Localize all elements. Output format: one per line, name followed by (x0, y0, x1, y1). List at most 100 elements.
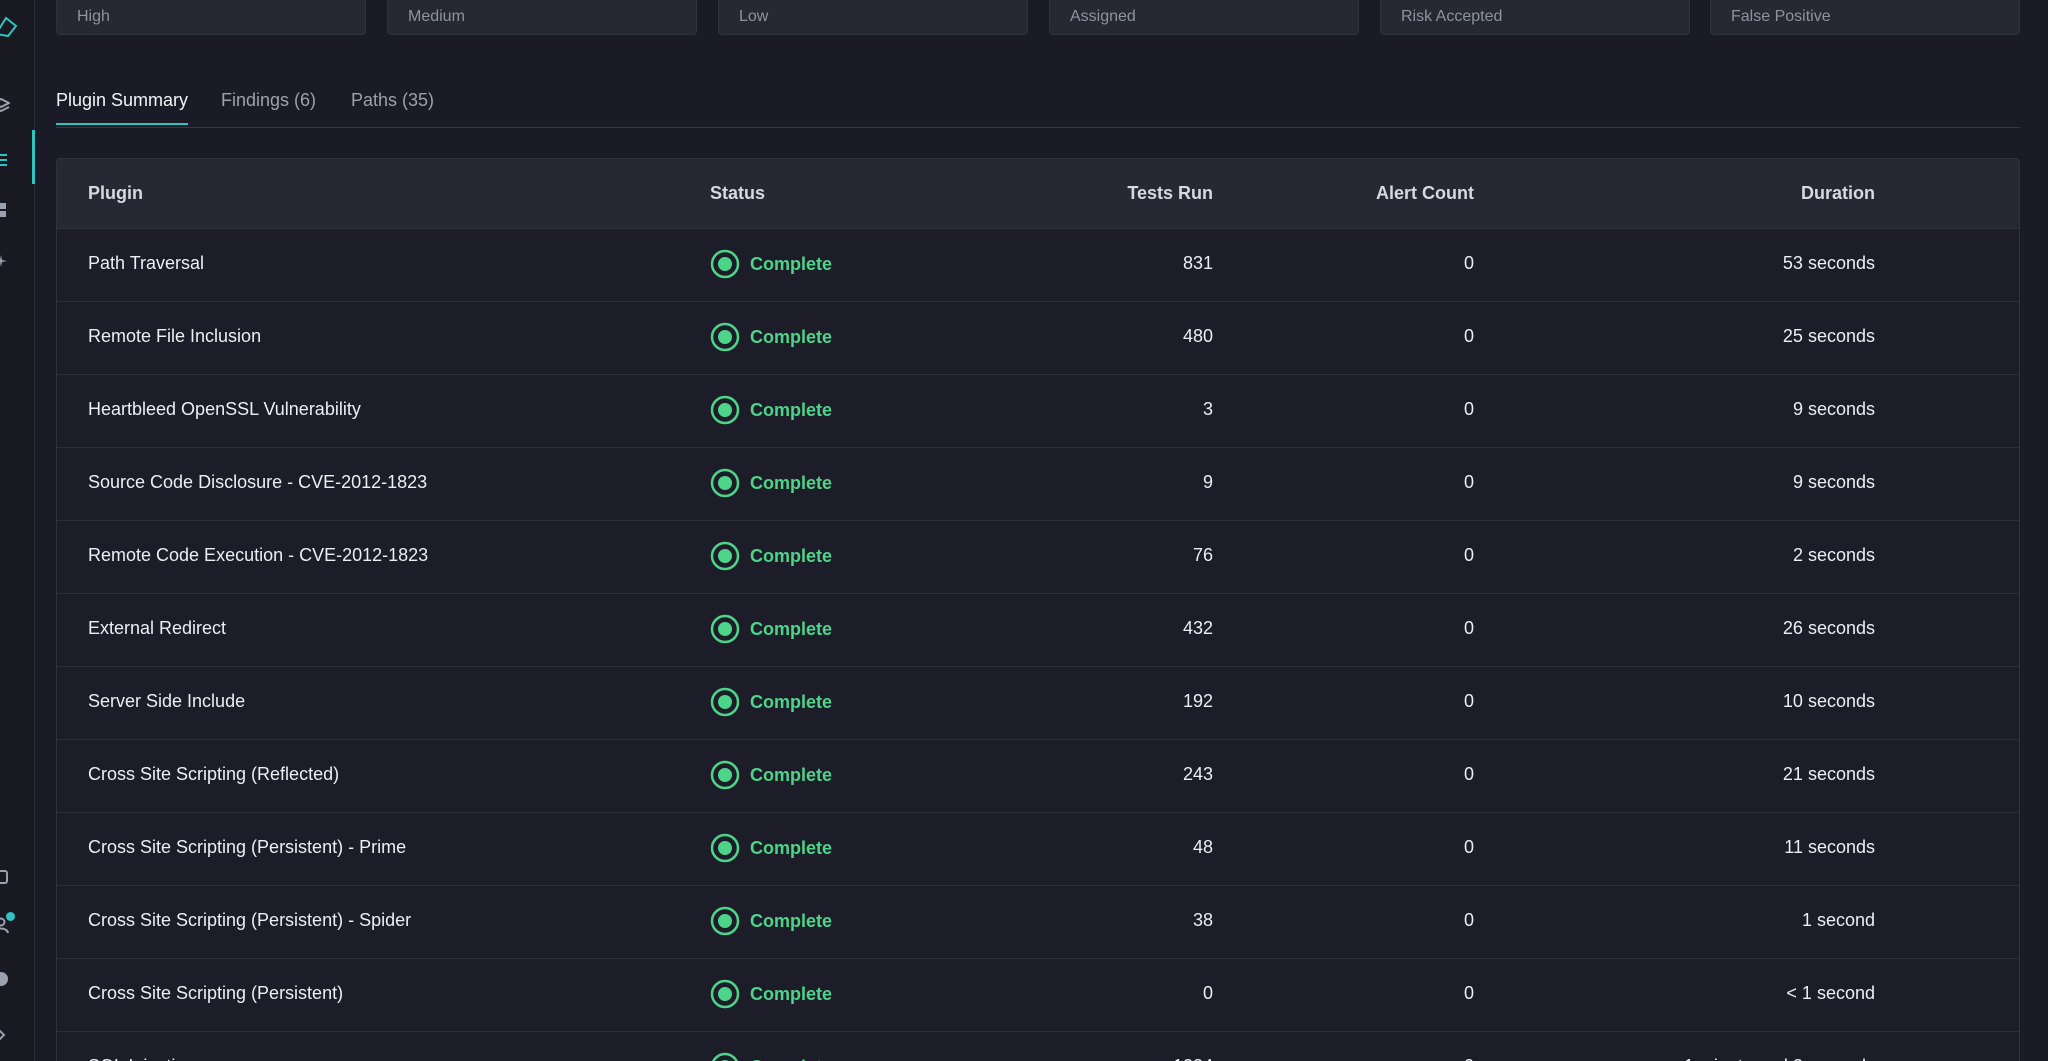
status-text: Complete (750, 764, 833, 785)
table-row[interactable]: Source Code Disclosure - CVE-2012-1823 Co… (57, 448, 2019, 521)
table-row[interactable]: Cross Site Scripting (Persistent) - Prim… (57, 813, 2019, 886)
status-text: Complete (750, 910, 833, 931)
status-cell: Complete (710, 906, 832, 936)
tests-run-value: 192 (1182, 691, 1213, 711)
column-header-plugin[interactable]: Plugin (88, 183, 143, 204)
status-text: Complete (750, 1057, 832, 1061)
check-circle-icon (710, 322, 740, 352)
alert-count-value: 0 (1463, 691, 1474, 711)
tests-run-value: 432 (1182, 618, 1213, 638)
status-cell: Complete (710, 322, 832, 352)
status-text: Complete (750, 545, 833, 566)
table-row[interactable]: SQL Injection Complete 1234 0 1 minute and 2… (57, 1032, 2019, 1061)
status-text: Complete (750, 399, 833, 420)
table-row[interactable]: Cross Site Scripting (Persistent) Complet… (57, 959, 2019, 1032)
status-cell: Complete (710, 468, 832, 498)
column-header-status[interactable]: Status (710, 183, 765, 204)
status-cell: Complete (710, 833, 832, 863)
alert-count-value: 0 (1463, 545, 1474, 565)
tests-run-value: 480 (1182, 326, 1213, 346)
status-text: Complete (750, 253, 833, 274)
plugin-name: Server Side Include (88, 691, 246, 711)
tab-bar: Plugin Summary Findings (6) Paths (35) (56, 86, 2020, 128)
table-body: Path Traversal Complete 831 0 53 seconds Remo… (57, 229, 2019, 1061)
layers-icon[interactable] (0, 97, 10, 115)
notification-dot (6, 912, 15, 921)
plugin-summary-table: Plugin Status Tests Run Alert Count Dura… (56, 158, 2020, 1061)
alert-count-value: 0 (1463, 253, 1474, 273)
table-row[interactable]: Server Side Include Complete 192 0 10 second… (57, 667, 2019, 740)
severity-filter-row: High Medium Low Assigned Risk Accepted F… (56, 0, 2020, 36)
sparkle-icon[interactable] (0, 252, 10, 270)
table-row[interactable]: Cross Site Scripting (Persistent) - Spid… (57, 886, 2019, 959)
filter-high[interactable]: High (56, 0, 366, 35)
table-row[interactable]: Remote File Inclusion Complete 480 0 25 seco… (57, 302, 2019, 375)
duration-value: 2 seconds (1792, 545, 1875, 565)
status-text: Complete (750, 326, 833, 347)
alert-count-value: 0 (1463, 910, 1474, 930)
column-header-tests-run[interactable]: Tests Run (1127, 183, 1213, 204)
status-cell: Complete (710, 541, 832, 571)
column-header-duration[interactable]: Duration (1801, 183, 1875, 204)
grid-icon[interactable] (0, 201, 10, 219)
status-cell: Complete (710, 979, 832, 1009)
active-nav-indicator (32, 130, 35, 184)
column-header-alert-count[interactable]: Alert Count (1376, 183, 1474, 204)
table-row[interactable]: Remote Code Execution - CVE-2012-1823 Com… (57, 521, 2019, 594)
square-icon[interactable] (0, 868, 10, 886)
check-circle-icon (710, 395, 740, 425)
table-header: Plugin Status Tests Run Alert Count Dura… (57, 159, 2019, 229)
check-circle-icon (710, 1052, 740, 1061)
filter-medium[interactable]: Medium (387, 0, 697, 35)
status-text: Complete (750, 983, 833, 1004)
check-circle-icon (710, 833, 740, 863)
status-text: Complete (750, 618, 833, 639)
alert-count-value: 0 (1463, 399, 1474, 419)
status-text: Complete (750, 691, 833, 712)
tests-run-value: 76 (1192, 545, 1213, 565)
list-icon[interactable] (0, 151, 10, 169)
duration-value: 11 seconds (1784, 837, 1875, 857)
plugin-name: External Redirect (88, 618, 227, 638)
check-circle-icon (710, 249, 740, 279)
filter-risk-accepted[interactable]: Risk Accepted (1380, 0, 1690, 35)
alert-count-value: 0 (1463, 764, 1474, 784)
tests-run-value: 38 (1192, 910, 1213, 930)
duration-value: 1 second (1801, 910, 1875, 930)
app-window: High Medium Low Assigned Risk Accepted F… (0, 0, 2048, 1061)
alert-count-value: 0 (1463, 837, 1474, 857)
status-cell: Complete (710, 1052, 832, 1061)
filter-false-positive[interactable]: False Positive (1710, 0, 2020, 35)
chevron-right-icon[interactable] (0, 1026, 10, 1044)
duration-value: 9 seconds (1792, 472, 1875, 492)
duration-value: 26 seconds (1782, 618, 1875, 638)
plugin-name: Cross Site Scripting (Persistent) (88, 983, 344, 1003)
duration-value: 25 seconds (1782, 326, 1875, 346)
table-row[interactable]: Heartbleed OpenSSL Vulnerability Complete… (57, 375, 2019, 448)
filter-assigned[interactable]: Assigned (1049, 0, 1359, 35)
check-circle-icon (710, 614, 740, 644)
tests-run-value: 831 (1182, 253, 1213, 273)
table-row[interactable]: Cross Site Scripting (Reflected) Complete… (57, 740, 2019, 813)
status-cell: Complete (710, 687, 832, 717)
tests-run-value: 9 (1202, 472, 1213, 492)
tab-findings[interactable]: Findings (6) (221, 90, 316, 123)
status-cell: Complete (710, 760, 832, 790)
duration-value: 53 seconds (1782, 253, 1875, 273)
table-row[interactable]: Path Traversal Complete 831 0 53 seconds (57, 229, 2019, 302)
tab-plugin-summary[interactable]: Plugin Summary (56, 90, 189, 125)
tab-paths[interactable]: Paths (35) (351, 90, 434, 123)
status-cell: Complete (710, 395, 832, 425)
globe-icon[interactable] (0, 970, 10, 988)
filter-low[interactable]: Low (718, 0, 1028, 35)
logo-icon[interactable] (0, 14, 18, 38)
tests-run-value: 48 (1192, 837, 1213, 857)
status-cell: Complete (710, 614, 832, 644)
table-row[interactable]: External Redirect Complete 432 0 26 seconds (57, 594, 2019, 667)
check-circle-icon (710, 468, 740, 498)
alert-count-value: 0 (1463, 326, 1474, 346)
check-circle-icon (710, 760, 740, 790)
tests-run-value: 3 (1202, 399, 1213, 419)
alert-count-value: 0 (1464, 1056, 1474, 1061)
check-circle-icon (710, 906, 740, 936)
